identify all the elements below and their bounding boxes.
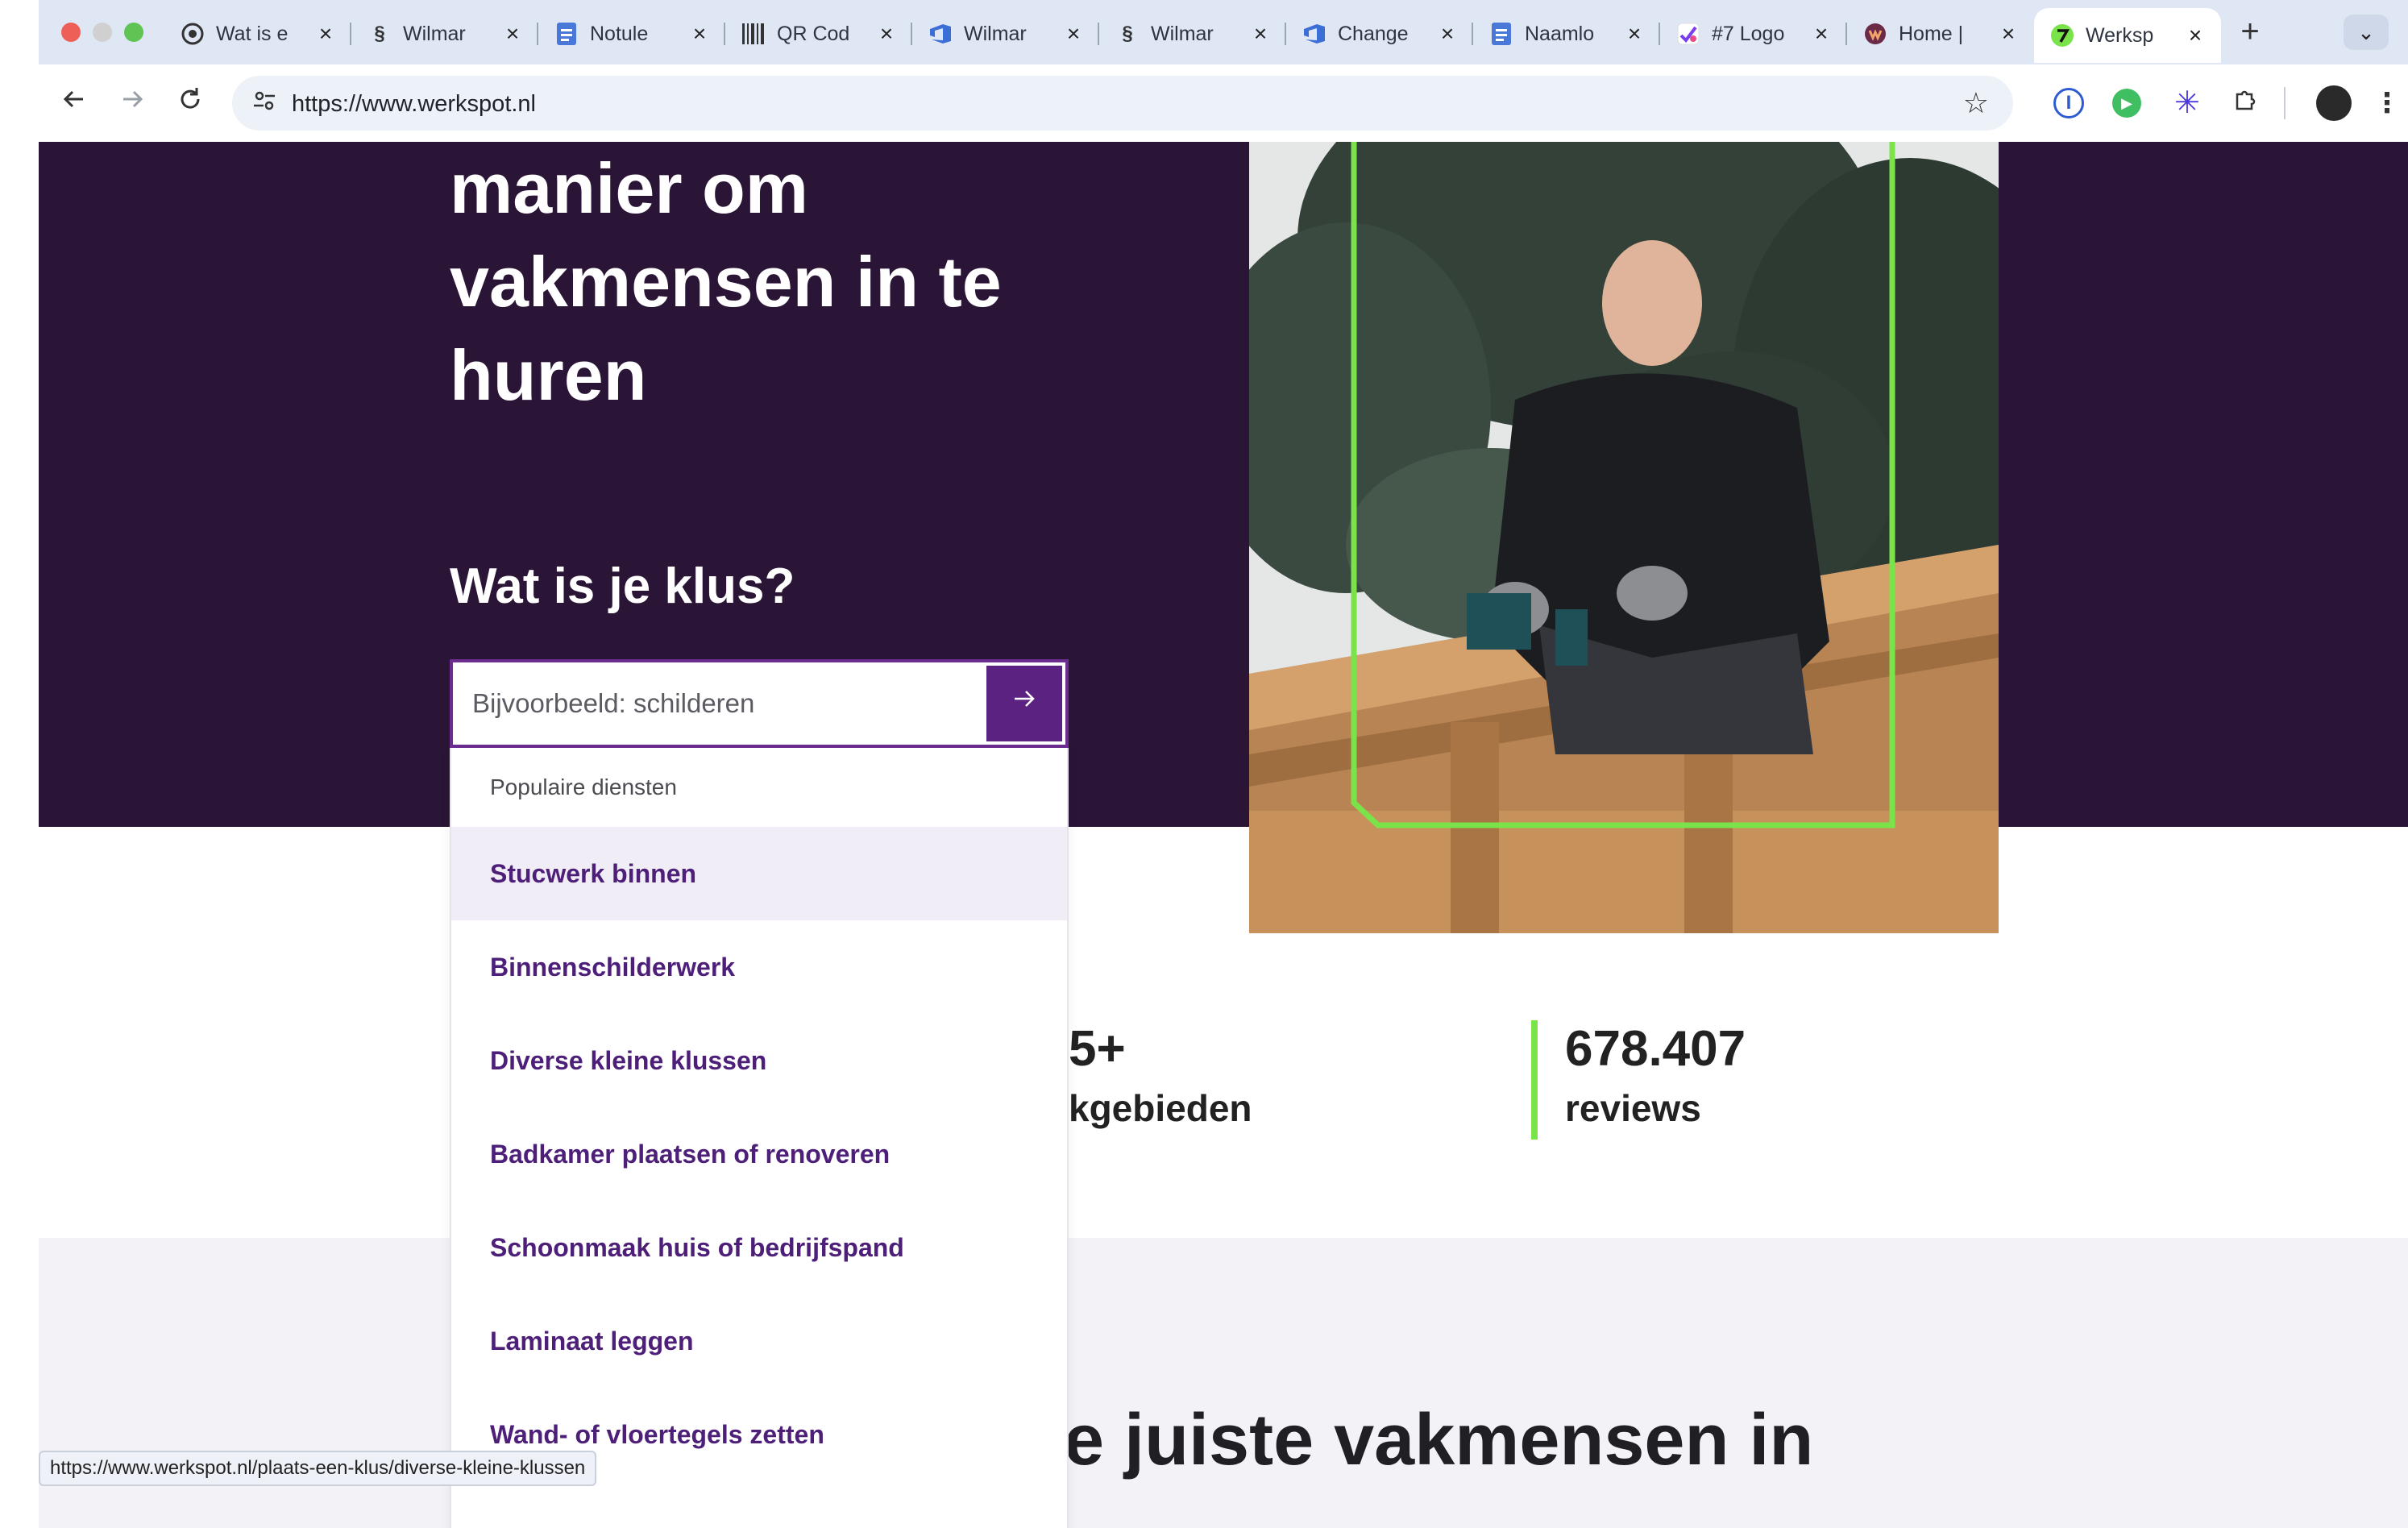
stat-label-reviews: reviews	[1565, 1087, 1701, 1129]
close-icon[interactable]: ×	[1436, 23, 1459, 45]
headline-line: huren	[450, 335, 647, 415]
site-settings-icon[interactable]	[250, 89, 279, 118]
close-icon[interactable]: ×	[314, 23, 337, 45]
search-submit-button[interactable]	[986, 666, 1062, 741]
hero-photo	[1249, 142, 1999, 933]
dropdown-header: Populaire diensten	[490, 774, 677, 799]
close-icon[interactable]: ×	[2184, 24, 2207, 47]
suggestion-item[interactable]: Stucwerk binnen	[451, 827, 1067, 920]
sparkle-extension-icon[interactable]: ✳	[2169, 85, 2205, 121]
tab-title: Home |	[1899, 22, 1964, 45]
azure-devops-icon	[1302, 22, 1326, 46]
toolbar-divider	[2284, 87, 2286, 119]
close-icon[interactable]: ×	[688, 23, 711, 45]
werkspot-icon	[1863, 22, 1887, 46]
hero-headline: manier om vakmensen in te huren	[450, 142, 1175, 422]
logo-icon	[1676, 22, 1700, 46]
profile-avatar[interactable]	[2316, 85, 2352, 121]
tab-7[interactable]: Naamlo ×	[1473, 8, 1660, 60]
suggestion-item[interactable]: Badkamer plaatsen of renoveren	[451, 1107, 1067, 1201]
azure-devops-icon	[928, 22, 953, 46]
headline-line: vakmensen in te	[450, 242, 1002, 322]
search-heading: Wat is je klus?	[450, 558, 795, 614]
tab-2[interactable]: Notule ×	[538, 8, 725, 60]
arrow-right-icon	[123, 90, 143, 108]
headline-line: manier om	[450, 148, 809, 228]
hero-section: manier om vakmensen in te huren Wat is j…	[39, 142, 2408, 827]
password-manager-icon[interactable]: I	[2053, 88, 2084, 118]
close-icon[interactable]: ×	[875, 23, 898, 45]
window-zoom-button[interactable]	[124, 23, 143, 42]
suggestion-item[interactable]: Schoonmaak huis of bedrijfspand	[451, 1201, 1067, 1294]
tab-title: Werksp	[2086, 23, 2154, 47]
reload-button[interactable]	[171, 84, 210, 122]
window-minimize-button[interactable]	[93, 23, 112, 42]
reload-icon	[181, 88, 200, 109]
play-extension-icon[interactable]: ▶	[2112, 89, 2141, 118]
arrow-left-icon	[63, 90, 83, 108]
window-edge	[0, 0, 39, 1528]
s-logo-icon: §	[374, 23, 385, 44]
close-icon[interactable]: ×	[1062, 23, 1085, 45]
tab-9[interactable]: Home | ×	[1847, 8, 2034, 60]
green-frame-accent	[1351, 142, 1895, 828]
arrow-right-icon	[1015, 691, 1035, 707]
tab-search-button[interactable]: ⌄	[2344, 15, 2389, 50]
status-bar-url: https://www.werkspot.nl/plaats-een-klus/…	[39, 1451, 597, 1486]
werkspot-green-icon	[2050, 23, 2074, 48]
tab-title: Wilmar	[403, 22, 466, 45]
tab-0[interactable]: Wat is e ×	[164, 8, 351, 60]
window-close-button[interactable]	[61, 23, 81, 42]
stat-value: 5+	[1069, 1021, 1126, 1077]
tab-4[interactable]: Wilmar ×	[912, 8, 1099, 60]
close-icon[interactable]: ×	[501, 23, 524, 45]
tab-title: QR Cod	[777, 22, 850, 45]
close-icon[interactable]: ×	[1623, 23, 1646, 45]
tab-3[interactable]: QR Cod ×	[725, 8, 912, 60]
page-content: manier om vakmensen in te huren Wat is j…	[39, 142, 2408, 1528]
stat-label: kgebieden	[1069, 1087, 1252, 1129]
search-box	[450, 659, 1069, 748]
search-input[interactable]	[453, 662, 983, 745]
tab-title: Wat is e	[216, 22, 289, 45]
chrome-icon	[181, 22, 205, 46]
tab-title: Wilmar	[964, 22, 1027, 45]
suggestions-dropdown: Populaire diensten Stucwerk binnen Binne…	[450, 748, 1069, 1528]
tab-6[interactable]: Change ×	[1286, 8, 1473, 60]
tab-title: Naamlo	[1525, 22, 1595, 45]
section-heading: e juiste vakmensen in	[1064, 1400, 1814, 1480]
tab-8[interactable]: #7 Logo ×	[1660, 8, 1847, 60]
back-button[interactable]	[55, 84, 93, 122]
s-logo-icon: §	[1122, 23, 1133, 44]
suggestion-item[interactable]: Diverse kleine klussen	[451, 1014, 1067, 1107]
docs-icon	[1489, 22, 1513, 46]
tab-5[interactable]: § Wilmar ×	[1099, 8, 1286, 60]
tab-title: Wilmar	[1151, 22, 1214, 45]
more-menu-icon[interactable]: ⋮	[2369, 85, 2405, 121]
close-icon[interactable]: ×	[1249, 23, 1272, 45]
bookmark-star-icon[interactable]: ☆	[1963, 87, 1989, 119]
stat-value-reviews: 678.407	[1565, 1021, 1746, 1077]
stat-accent-bar	[1531, 1020, 1538, 1140]
tab-title: Change	[1338, 22, 1409, 45]
suggestion-item[interactable]: Binnenschilderwerk	[451, 920, 1067, 1014]
browser-toolbar: https://www.werkspot.nl ☆ I ▶ ✳ ⋮	[39, 64, 2408, 142]
stats-row: 5+ kgebieden 678.407 reviews	[39, 1020, 2408, 1181]
new-tab-button[interactable]: +	[2232, 15, 2268, 50]
close-icon[interactable]: ×	[1810, 23, 1833, 45]
extensions-puzzle-icon[interactable]	[2227, 85, 2263, 121]
docs-icon	[554, 22, 579, 46]
url-text[interactable]: https://www.werkspot.nl	[292, 91, 536, 118]
barcode-icon	[741, 22, 766, 46]
chevron-down-icon: ⌄	[2357, 20, 2375, 44]
tab-title: Notule	[590, 22, 649, 45]
forward-button[interactable]	[113, 84, 152, 122]
tab-1[interactable]: § Wilmar ×	[351, 8, 538, 60]
tab-strip: Wat is e × § Wilmar × Notule × QR Cod × …	[164, 6, 2221, 63]
close-icon[interactable]: ×	[1997, 23, 2020, 45]
tab-active[interactable]: Werksp ×	[2034, 8, 2221, 63]
address-bar[interactable]: https://www.werkspot.nl ☆	[232, 76, 2013, 131]
tab-title: #7 Logo	[1712, 22, 1785, 45]
suggestion-item[interactable]: Laminaat leggen	[451, 1294, 1067, 1388]
